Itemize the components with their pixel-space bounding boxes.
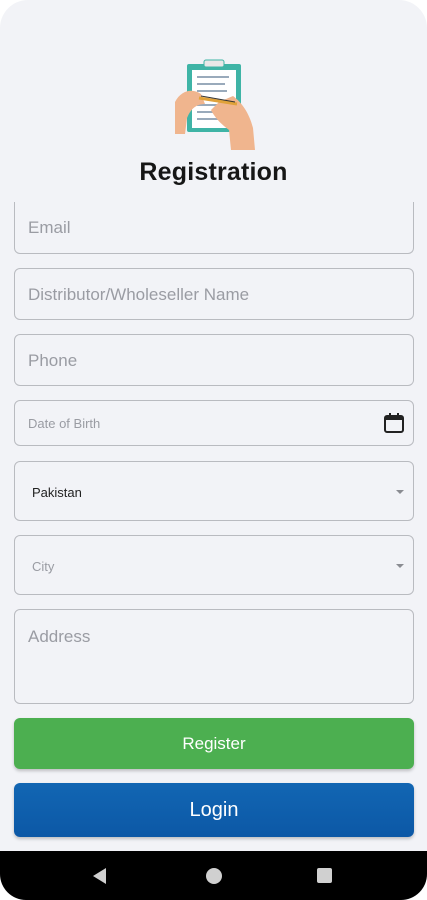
recent-square-icon[interactable] bbox=[317, 868, 332, 883]
country-select[interactable]: Pakistan bbox=[14, 461, 414, 521]
address-field[interactable]: Address bbox=[14, 609, 414, 704]
system-nav-bar bbox=[0, 851, 427, 900]
register-button[interactable]: Register bbox=[14, 718, 414, 769]
date-of-birth-placeholder: Date of Birth bbox=[28, 416, 101, 431]
registration-screen: Registration Email Distributor/Wholesell… bbox=[0, 0, 427, 900]
chevron-down-icon bbox=[396, 564, 404, 568]
clipboard-writing-icon bbox=[175, 59, 255, 150]
distributor-name-field[interactable]: Distributor/Wholeseller Name bbox=[14, 268, 414, 320]
home-circle-icon[interactable] bbox=[206, 868, 222, 884]
distributor-name-placeholder: Distributor/Wholeseller Name bbox=[28, 285, 250, 304]
city-placeholder: City bbox=[32, 559, 55, 574]
back-triangle-icon[interactable] bbox=[93, 868, 106, 884]
email-placeholder: Email bbox=[28, 218, 71, 237]
chevron-down-icon bbox=[396, 490, 404, 494]
phone-field[interactable]: Phone bbox=[14, 334, 414, 386]
date-of-birth-field[interactable]: Date of Birth bbox=[14, 400, 414, 446]
address-placeholder: Address bbox=[28, 627, 91, 646]
phone-placeholder: Phone bbox=[28, 351, 78, 370]
country-value: Pakistan bbox=[32, 485, 82, 500]
city-select[interactable]: City bbox=[14, 535, 414, 595]
page-title: Registration bbox=[139, 158, 288, 186]
login-button[interactable]: Login bbox=[14, 783, 414, 837]
email-field[interactable]: Email bbox=[14, 202, 414, 254]
calendar-icon[interactable] bbox=[383, 412, 405, 434]
